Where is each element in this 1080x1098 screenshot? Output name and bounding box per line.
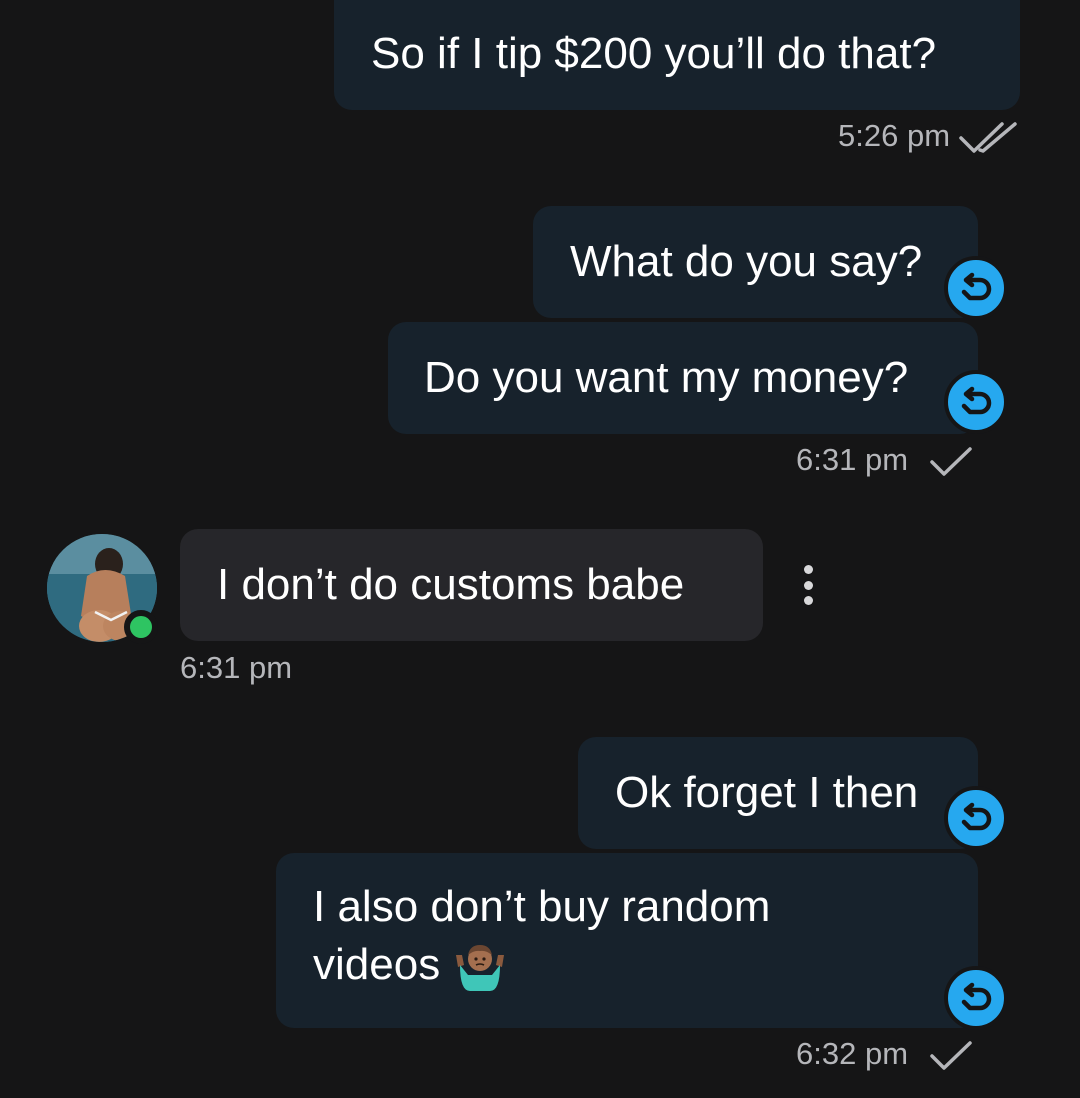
message-bubble-outgoing[interactable]: I also don’t buy random videos bbox=[276, 853, 978, 1028]
retry-arrow-icon[interactable] bbox=[944, 786, 1008, 850]
retry-arrow-icon[interactable] bbox=[944, 256, 1008, 320]
message-text: Do you want my money? bbox=[424, 353, 909, 402]
more-vertical-icon[interactable] bbox=[797, 565, 819, 605]
single-check-icon bbox=[930, 447, 972, 476]
message-text: Ok forget I then bbox=[615, 768, 919, 817]
retry-arrow-icon[interactable] bbox=[944, 370, 1008, 434]
message-text-fragment: videos bbox=[313, 940, 441, 989]
message-timestamp: 6:32 pm bbox=[796, 1036, 909, 1071]
online-status-dot bbox=[124, 610, 158, 644]
message-timestamp: 6:31 pm bbox=[796, 442, 909, 477]
message-bubble-outgoing[interactable]: Do you want my money? bbox=[388, 322, 978, 434]
message-timestamp: 6:31 pm bbox=[180, 650, 293, 685]
message-timestamp: 5:26 pm bbox=[838, 118, 951, 153]
message-bubble-outgoing[interactable]: Ok forget I then bbox=[578, 737, 978, 849]
person-shrugging-emoji bbox=[456, 945, 505, 992]
message-text: I don’t do customs babe bbox=[217, 560, 685, 609]
double-check-icon bbox=[959, 122, 1017, 153]
message-bubble-incoming[interactable]: I don’t do customs babe bbox=[180, 529, 763, 641]
message-text-line: I also don’t buy random bbox=[313, 882, 771, 931]
retry-arrow-icon[interactable] bbox=[944, 966, 1008, 1030]
message-text: What do you say? bbox=[570, 237, 923, 286]
message-bubble-outgoing[interactable]: What do you say? bbox=[533, 206, 978, 318]
single-check-icon bbox=[930, 1041, 972, 1070]
message-text: So if I tip $200 you’ll do that? bbox=[371, 29, 937, 78]
message-bubble-outgoing[interactable]: So if I tip $200 you’ll do that? bbox=[334, 0, 1020, 110]
message-text-line: videos bbox=[313, 936, 978, 994]
